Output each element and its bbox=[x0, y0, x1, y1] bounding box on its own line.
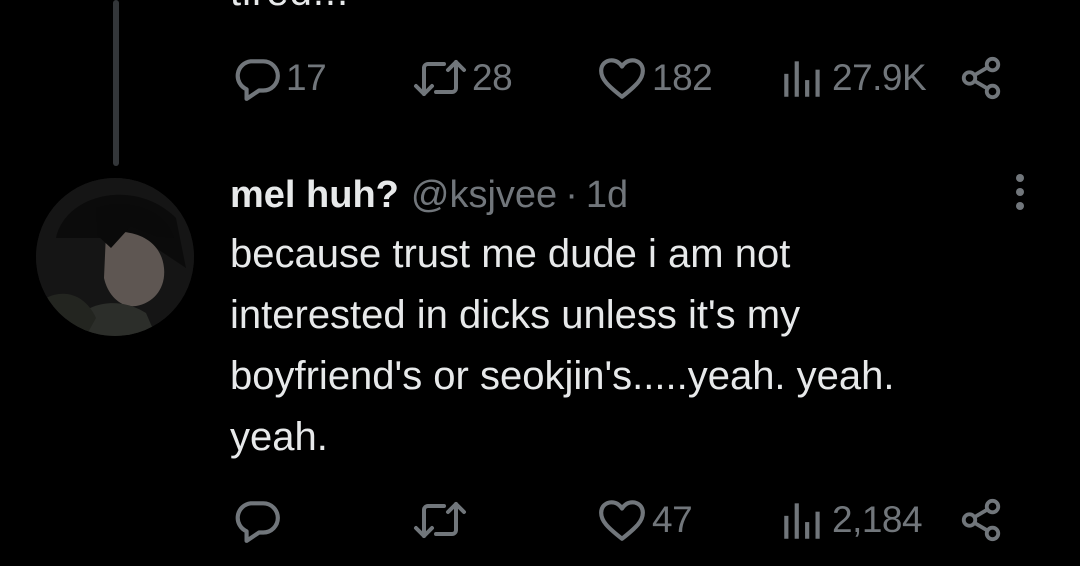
reply-icon bbox=[232, 53, 282, 103]
retweet-count: 28 bbox=[472, 57, 513, 98]
tweet-text-line: interested in dicks unless it's my bbox=[230, 293, 801, 337]
share-button[interactable] bbox=[958, 53, 1004, 103]
views-count: 2,184 bbox=[832, 499, 923, 540]
reply-count: 17 bbox=[286, 57, 327, 98]
user-handle[interactable]: @ksjvee bbox=[411, 174, 557, 217]
reply-tweet-action-bar: 47 2,184 bbox=[0, 495, 1080, 545]
share-button[interactable] bbox=[958, 495, 1004, 545]
retweet-button[interactable]: 28 bbox=[412, 53, 513, 103]
retweet-button[interactable] bbox=[412, 495, 472, 545]
previous-tweet-text-tail: tired... bbox=[230, 0, 349, 15]
more-options-button[interactable] bbox=[1000, 170, 1040, 214]
previous-tweet-action-bar: 17 28 182 27.9K bbox=[0, 53, 1080, 103]
avatar[interactable] bbox=[36, 178, 194, 336]
reply-icon bbox=[232, 495, 282, 545]
tweet-text-line: because trust me dude i am not bbox=[230, 232, 791, 276]
tweet-text: because trust me dude i am not intereste… bbox=[230, 224, 1030, 468]
heart-icon bbox=[596, 53, 648, 103]
reply-button[interactable] bbox=[232, 495, 286, 545]
heart-icon bbox=[596, 495, 648, 545]
avatar-image bbox=[36, 178, 194, 336]
like-button[interactable]: 182 bbox=[596, 53, 713, 103]
header-separator: · bbox=[565, 173, 578, 216]
like-button[interactable]: 47 bbox=[596, 495, 693, 545]
share-icon bbox=[958, 53, 1004, 103]
views-icon bbox=[778, 53, 828, 103]
tweet-text-line: boyfriend's or seokjin's.....yeah. yeah. bbox=[230, 354, 895, 398]
tweet-header: mel huh? @ksjvee · 1d bbox=[230, 168, 628, 222]
tweet-text-line: yeah. bbox=[230, 415, 328, 459]
views-button[interactable]: 2,184 bbox=[778, 495, 923, 545]
retweet-icon bbox=[412, 495, 468, 545]
timestamp[interactable]: 1d bbox=[586, 174, 628, 217]
views-icon bbox=[778, 495, 828, 545]
display-name[interactable]: mel huh? bbox=[230, 174, 399, 217]
reply-button[interactable]: 17 bbox=[232, 53, 327, 103]
like-count: 47 bbox=[652, 499, 693, 540]
views-button[interactable]: 27.9K bbox=[778, 53, 927, 103]
more-vertical-icon bbox=[1016, 174, 1024, 210]
retweet-icon bbox=[412, 53, 468, 103]
share-icon bbox=[958, 495, 1004, 545]
views-count: 27.9K bbox=[832, 57, 927, 98]
like-count: 182 bbox=[652, 57, 713, 98]
